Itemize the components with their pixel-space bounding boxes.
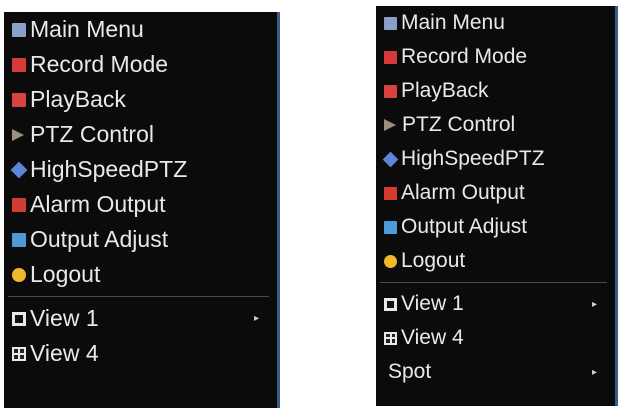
menu-item-output-adjust[interactable]: Output Adjust bbox=[4, 222, 277, 257]
menu-item-label: PTZ Control bbox=[30, 121, 154, 147]
menu-item-record-mode[interactable]: Record Mode bbox=[4, 47, 277, 82]
playback-icon bbox=[384, 84, 397, 98]
menu-item-spot[interactable]: Spot ▸ bbox=[376, 355, 615, 389]
record-icon bbox=[12, 57, 26, 72]
menu-item-label: Logout bbox=[30, 261, 101, 287]
submenu-arrow-icon: ▸ bbox=[591, 298, 597, 310]
record-icon bbox=[384, 50, 397, 64]
menu-item-alarm-output[interactable]: Alarm Output bbox=[4, 187, 277, 222]
main-menu-icon bbox=[384, 16, 397, 30]
menu-item-label: Record Mode bbox=[401, 45, 528, 68]
context-menu-left: Main Menu Record Mode PlayBack PTZ Contr… bbox=[4, 12, 280, 408]
menu-item-view-1[interactable]: View 1 ▸ bbox=[4, 301, 277, 336]
menu-item-view-4[interactable]: View 4 bbox=[4, 336, 277, 371]
menu-item-ptz-control[interactable]: PTZ Control bbox=[376, 108, 615, 142]
high-speed-ptz-icon bbox=[10, 161, 28, 178]
menu-item-label: Main Menu bbox=[401, 11, 505, 34]
menu-item-label: PlayBack bbox=[30, 86, 126, 112]
menu-item-label: Output Adjust bbox=[30, 226, 169, 252]
menu-item-highspeedptz[interactable]: HighSpeedPTZ bbox=[4, 152, 277, 187]
menu-item-label: Alarm Output bbox=[401, 181, 525, 204]
menu-item-output-adjust[interactable]: Output Adjust bbox=[376, 210, 615, 244]
alarm-icon bbox=[12, 197, 26, 212]
menu-divider bbox=[380, 282, 607, 283]
menu-item-label: Output Adjust bbox=[401, 215, 528, 238]
menu-item-label: Logout bbox=[401, 249, 466, 272]
menu-item-label: Alarm Output bbox=[30, 191, 166, 217]
playback-icon bbox=[12, 92, 26, 107]
view-1-icon bbox=[384, 297, 397, 311]
menu-item-main-menu[interactable]: Main Menu bbox=[4, 12, 277, 47]
output-adjust-icon bbox=[384, 220, 397, 234]
menu-item-label: View 4 bbox=[30, 340, 99, 366]
menu-item-playback[interactable]: PlayBack bbox=[4, 82, 277, 117]
ptz-icon bbox=[384, 119, 396, 131]
ptz-icon bbox=[12, 128, 24, 141]
menu-item-view-4[interactable]: View 4 bbox=[376, 321, 615, 355]
logout-icon bbox=[12, 267, 26, 282]
menu-item-label: Record Mode bbox=[30, 51, 169, 77]
menu-item-ptz-control[interactable]: PTZ Control bbox=[4, 117, 277, 152]
view-1-icon bbox=[12, 311, 26, 326]
menu-item-main-menu[interactable]: Main Menu bbox=[376, 6, 615, 40]
view-4-icon bbox=[384, 331, 397, 345]
submenu-arrow-icon: ▸ bbox=[591, 366, 597, 378]
menu-item-label: HighSpeedPTZ bbox=[30, 156, 188, 182]
menu-item-view-1[interactable]: View 1 ▸ bbox=[376, 287, 615, 321]
menu-item-label: View 1 bbox=[30, 305, 99, 331]
menu-item-playback[interactable]: PlayBack bbox=[376, 74, 615, 108]
menu-divider bbox=[8, 296, 269, 297]
menu-item-label: Spot bbox=[388, 360, 432, 383]
menu-item-highspeedptz[interactable]: HighSpeedPTZ bbox=[376, 142, 615, 176]
menu-item-label: View 4 bbox=[401, 326, 464, 349]
menu-item-label: View 1 bbox=[401, 292, 464, 315]
logout-icon bbox=[384, 254, 397, 268]
menu-item-label: Main Menu bbox=[30, 16, 144, 42]
menu-item-alarm-output[interactable]: Alarm Output bbox=[376, 176, 615, 210]
output-adjust-icon bbox=[12, 232, 26, 247]
menu-item-logout[interactable]: Logout bbox=[4, 257, 277, 292]
alarm-icon bbox=[384, 186, 397, 200]
menu-item-logout[interactable]: Logout bbox=[376, 244, 615, 278]
context-menu-right: Main Menu Record Mode PlayBack PTZ Contr… bbox=[376, 6, 618, 406]
view-4-icon bbox=[12, 346, 26, 361]
high-speed-ptz-icon bbox=[382, 151, 399, 167]
submenu-arrow-icon: ▸ bbox=[253, 313, 259, 324]
main-menu-icon bbox=[12, 22, 26, 37]
menu-item-label: HighSpeedPTZ bbox=[401, 147, 545, 170]
menu-item-label: PlayBack bbox=[401, 79, 489, 102]
menu-item-label: PTZ Control bbox=[402, 113, 516, 136]
menu-item-record-mode[interactable]: Record Mode bbox=[376, 40, 615, 74]
